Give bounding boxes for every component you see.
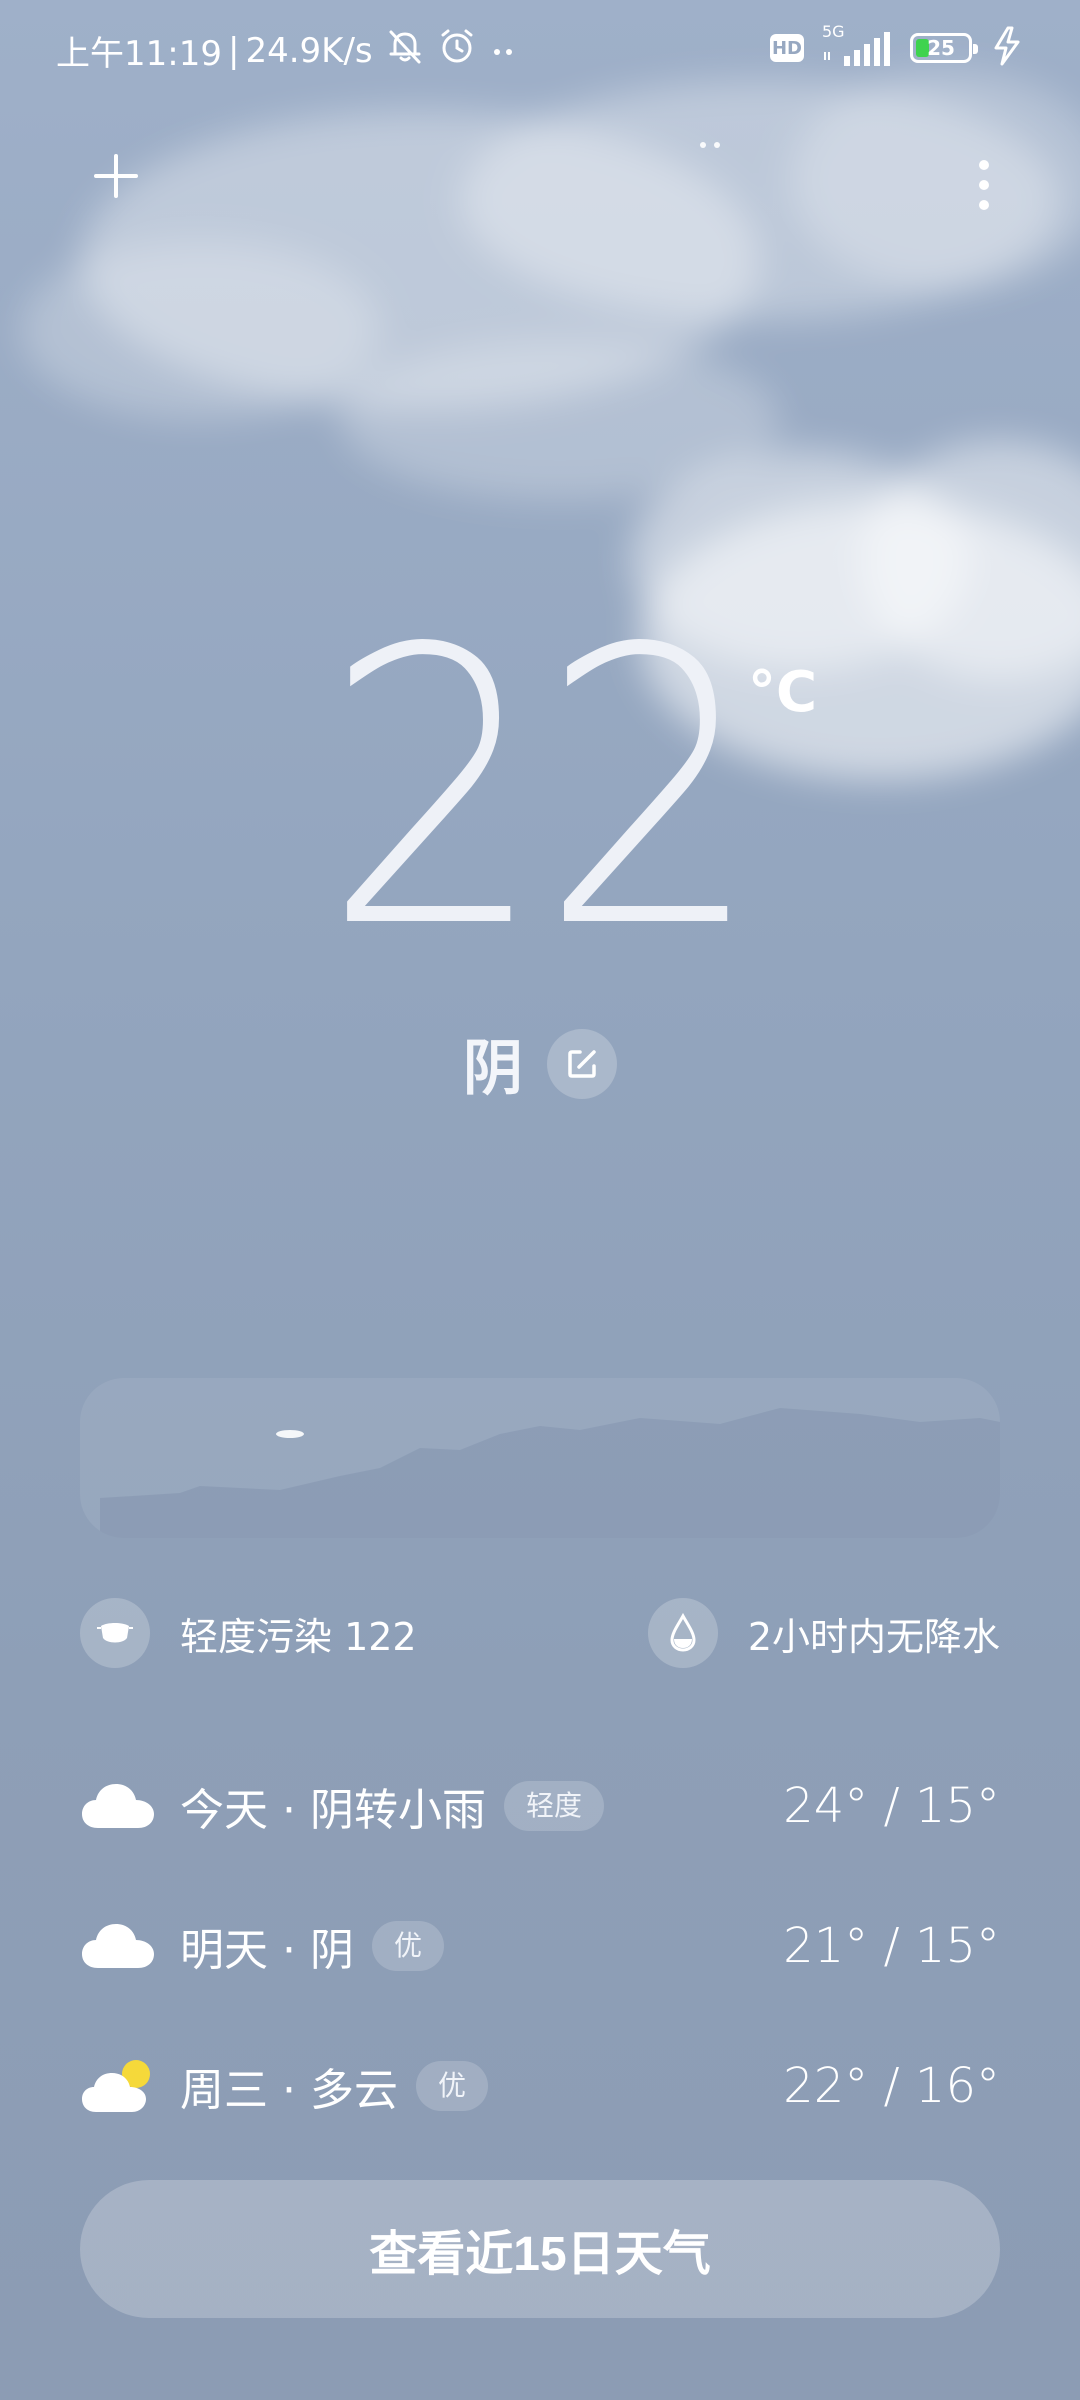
forecast-label: 今天 · 阴转小雨	[180, 1785, 486, 1836]
more-vertical-icon	[979, 180, 989, 190]
page-dot	[714, 142, 720, 148]
mask-icon	[80, 1598, 150, 1668]
edit-icon	[568, 1049, 596, 1078]
page-indicator	[700, 142, 720, 148]
status-time: 上午11:19	[56, 34, 222, 74]
add-city-button[interactable]	[80, 140, 152, 212]
status-bar: 上午11:19 | 24.9K/s HD 5G 25	[0, 0, 1080, 104]
current-temperature: 22 °C	[0, 568, 1080, 1011]
view-15-day-forecast-button[interactable]: 查看近15日天气	[80, 2180, 1000, 2318]
precipitation-text: 2小时内无降水	[747, 1614, 1000, 1659]
forecast-row-today[interactable]: 今天 · 阴转小雨 轻度 24° / 15°	[80, 1736, 1000, 1876]
condition-text: 阴	[463, 1034, 523, 1104]
precipitation-chart	[100, 1408, 1000, 1538]
battery-level: 25	[927, 36, 955, 60]
air-quality-item[interactable]: 轻度污染 122	[80, 1598, 417, 1668]
more-notifications-icon	[489, 31, 519, 71]
feedback-button[interactable]	[547, 1028, 617, 1099]
temperature-unit: °C	[748, 660, 818, 725]
forecast-list: 今天 · 阴转小雨 轻度 24° / 15° 明天 · 阴 优 21° / 15…	[80, 1736, 1000, 2156]
current-condition: 阴	[0, 1020, 1080, 1107]
status-left: 上午11:19 | 24.9K/s	[56, 26, 519, 75]
mute-icon	[385, 26, 425, 75]
air-quality-text: 轻度污染 122	[180, 1614, 417, 1659]
forecast-label: 明天 · 阴	[180, 1925, 354, 1976]
partly-cloudy-icon	[80, 2056, 156, 2116]
more-vertical-icon	[979, 160, 989, 170]
water-drop-icon	[647, 1598, 718, 1668]
page-dot	[700, 142, 706, 148]
charging-icon	[990, 26, 1024, 70]
precipitation-item[interactable]: 2小时内无降水	[647, 1598, 1000, 1668]
temperature-value: 22	[323, 568, 762, 1011]
precipitation-card[interactable]	[80, 1378, 1000, 1538]
plus-icon	[94, 154, 138, 198]
signal-icon: 5G	[822, 22, 892, 68]
alarm-icon	[437, 26, 477, 75]
forecast-temps: 24° / 15°	[783, 1778, 1000, 1834]
forecast-label: 周三 · 多云	[180, 2065, 398, 2116]
cloud-icon	[80, 1916, 156, 1976]
more-options-button[interactable]	[948, 140, 1020, 230]
status-separator: |	[227, 30, 240, 71]
info-row: 轻度污染 122 2小时内无降水	[80, 1598, 1000, 1672]
forecast-temps: 21° / 15°	[783, 1918, 1000, 1974]
aqi-badge: 轻度	[503, 1781, 604, 1831]
forecast-temps: 22° / 16°	[783, 2058, 1000, 2114]
aqi-badge: 优	[415, 2061, 488, 2111]
hd-badge: HD	[770, 34, 804, 62]
status-net-speed: 24.9K/s	[245, 30, 373, 71]
aqi-badge: 优	[371, 1921, 444, 1971]
cloud-icon	[80, 1776, 156, 1836]
forecast-row-tomorrow[interactable]: 明天 · 阴 优 21° / 15°	[80, 1876, 1000, 2016]
top-bar	[0, 120, 1080, 210]
forecast-row-wednesday[interactable]: 周三 · 多云 优 22° / 16°	[80, 2016, 1000, 2156]
status-right: HD 5G 25	[770, 22, 1024, 70]
battery-icon: 25	[910, 33, 978, 63]
more-vertical-icon	[979, 200, 989, 210]
